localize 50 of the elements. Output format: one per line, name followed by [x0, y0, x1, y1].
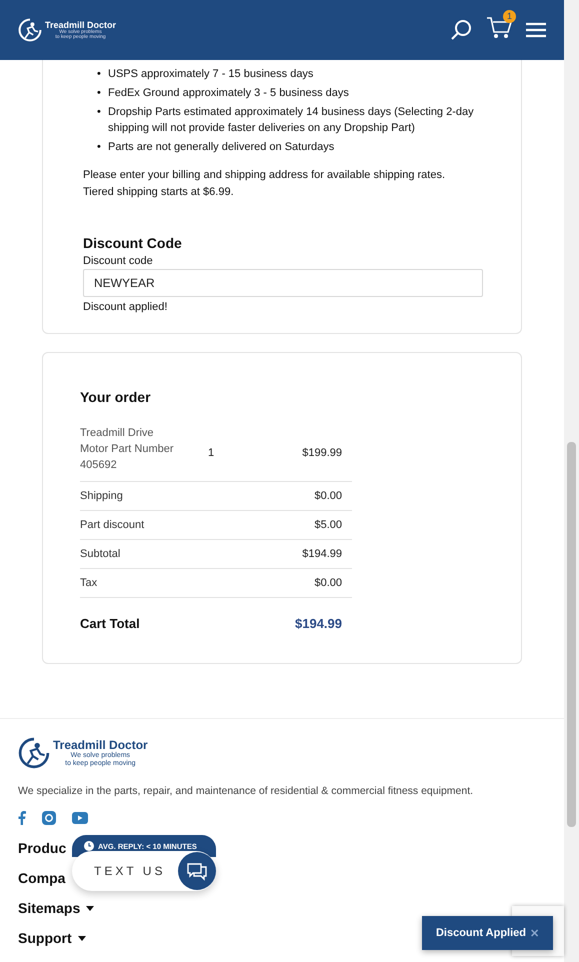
close-button[interactable]: ✕ [530, 926, 540, 940]
shipping-info-item: USPS approximately 7 - 15 business days [108, 67, 314, 82]
facebook-icon[interactable] [18, 811, 26, 825]
footer-nav-dropdown[interactable]: Sitemaps [18, 900, 80, 916]
logo-icon [18, 18, 42, 42]
bullet-marker: • [97, 67, 102, 82]
menu-icon[interactable] [526, 22, 546, 38]
summary-label: Part discount [80, 519, 144, 531]
footer-nav-dropdown[interactable]: Support [18, 930, 72, 946]
summary-value: $5.00 [314, 519, 343, 531]
toast-message: Discount Applied [436, 927, 526, 939]
logo-icon [18, 737, 50, 769]
caret-icon [78, 936, 86, 940]
search-icon[interactable] [450, 19, 472, 41]
footer-nav-link[interactable]: Produc [18, 840, 66, 856]
logo-name: Treadmill Doctor [45, 20, 116, 30]
shipping-info-item: Dropship Parts estimated approximately 14 business days (Selecting 2-day shipping will not provide faster deliveries on any Dropship Part) [108, 105, 475, 136]
logo-name: Treadmill Doctor [53, 738, 148, 752]
cart-count-badge: 1 [503, 10, 516, 22]
summary-label: Subtotal [80, 548, 120, 560]
instagram-icon[interactable] [42, 811, 56, 825]
youtube-icon[interactable] [72, 812, 88, 824]
shipping-note: Tiered shipping starts at $6.99. [83, 185, 235, 200]
discount-label: Discount code [83, 255, 154, 267]
summary-value: $0.00 [314, 490, 343, 502]
cart-total-value: $194.99 [295, 616, 343, 630]
summary-label: Tax [80, 577, 98, 589]
product-price: $199.99 [302, 447, 343, 459]
discount-message: Discount applied! [83, 301, 168, 313]
company-description: We specialize in the parts, repair, and maintenance of residential & commercial fitness equipment. [18, 785, 474, 797]
shipping-info-item: Parts are not generally delivered on Saturdays [108, 140, 334, 155]
summary-value: $0.00 [314, 577, 343, 589]
clock-icon [84, 841, 94, 851]
bullet-marker: • [97, 86, 102, 101]
text-us-button[interactable]: TEXT US [72, 851, 216, 891]
shipping-note: Please enter your billing and shipping address for available shipping rates. [83, 168, 446, 183]
bullet-marker: • [97, 105, 102, 120]
summary-value: $194.99 [302, 548, 343, 560]
shipping-info-item: FedEx Ground approximately 3 - 5 business days [108, 86, 349, 101]
discount-heading: Discount Code [83, 235, 183, 251]
footer-nav-link[interactable]: Compa [18, 870, 66, 886]
order-heading: Your order [80, 389, 152, 405]
caret-icon [86, 906, 94, 910]
product-quantity: 1 [208, 447, 216, 459]
product-name: Treadmill Drive Motor Part Number 405692 [80, 426, 175, 473]
discount-code-field[interactable]: NEWYEAR [83, 269, 483, 297]
bullet-marker: • [97, 140, 102, 155]
cart-total-label: Cart Total [80, 616, 140, 630]
summary-label: Shipping [80, 490, 123, 502]
scrollbar[interactable] [564, 0, 579, 962]
